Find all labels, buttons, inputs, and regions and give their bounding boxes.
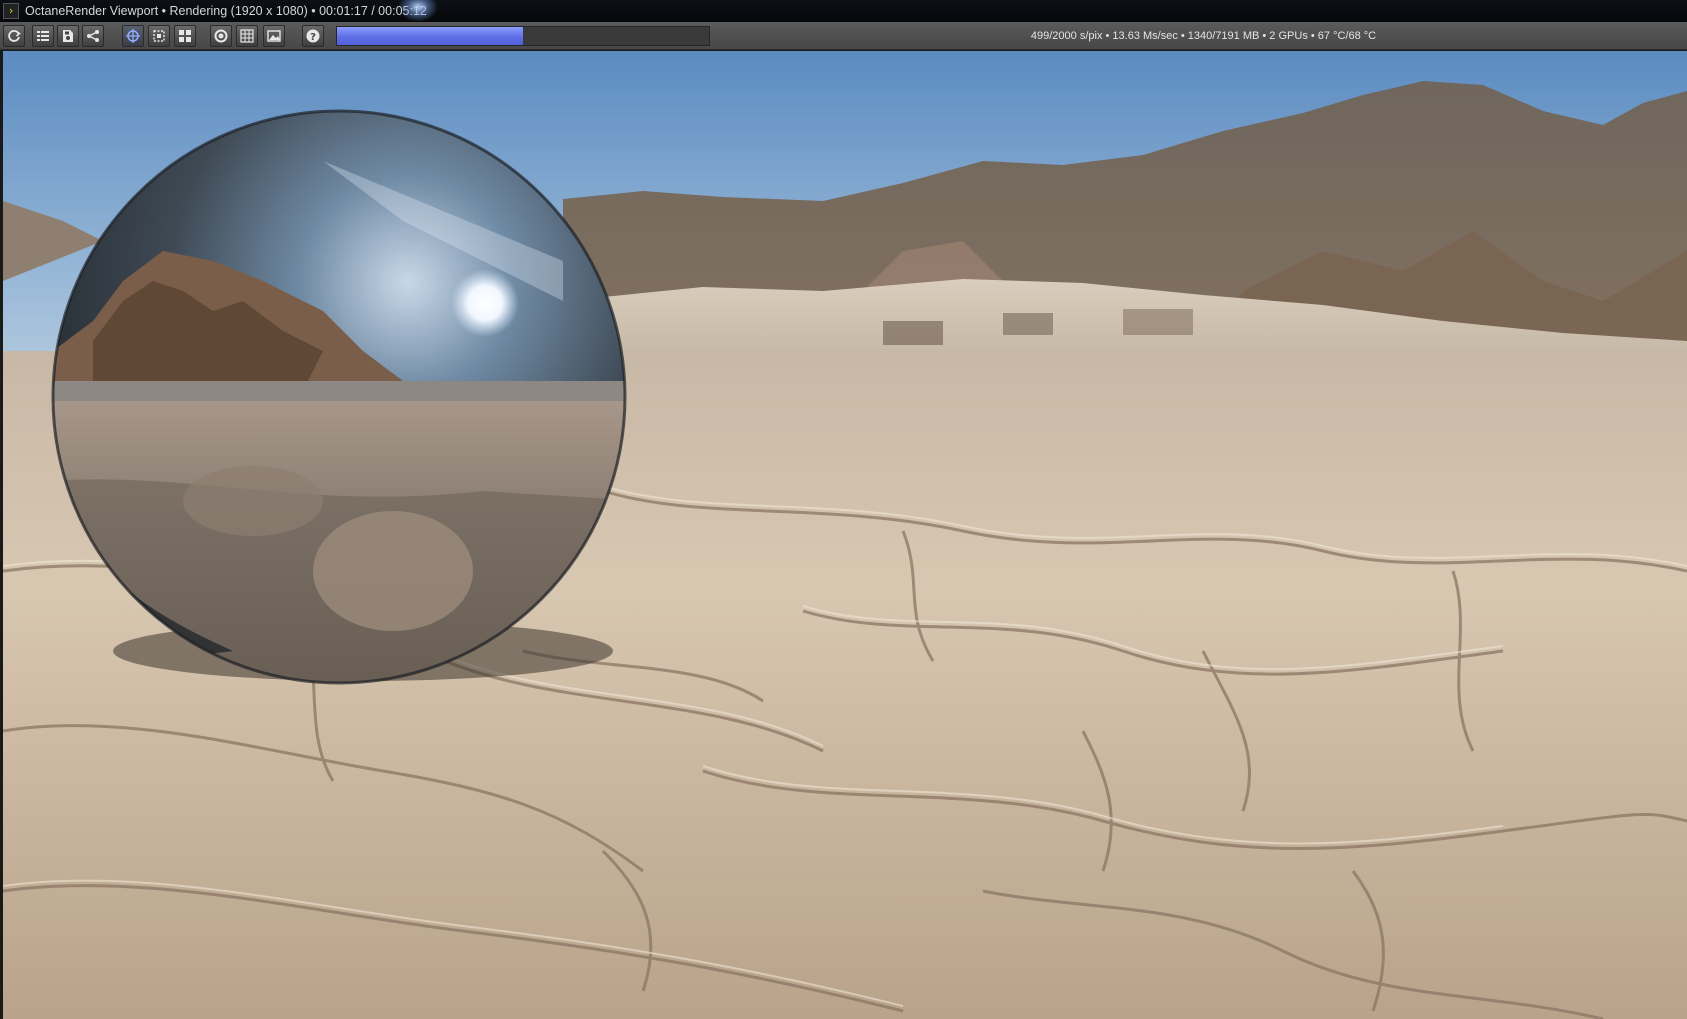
octane-app-icon: › bbox=[3, 3, 19, 19]
viewport-toolbar: ? 499/2000 s/pix • 13.63 Ms/sec • 1340/7… bbox=[0, 22, 1687, 50]
share-icon bbox=[87, 30, 99, 42]
film-region-button[interactable] bbox=[236, 25, 258, 47]
viewport-layout-button[interactable] bbox=[174, 25, 196, 47]
render-viewport[interactable] bbox=[3, 51, 1687, 1019]
restart-render-button[interactable] bbox=[3, 25, 25, 47]
render-progress-bar bbox=[336, 26, 710, 46]
grid-icon bbox=[179, 30, 191, 42]
svg-text:?: ? bbox=[310, 32, 316, 43]
help-button[interactable]: ? bbox=[302, 25, 324, 47]
region-render-button[interactable] bbox=[148, 25, 170, 47]
table-icon bbox=[240, 29, 254, 43]
image-icon bbox=[267, 30, 281, 42]
save-render-button[interactable] bbox=[57, 25, 79, 47]
crosshair-icon bbox=[126, 29, 140, 43]
save-icon bbox=[63, 30, 73, 42]
share-button[interactable] bbox=[82, 25, 104, 47]
refresh-icon bbox=[8, 30, 21, 42]
focus-picker-button[interactable] bbox=[122, 25, 144, 47]
title-glow-decoration bbox=[398, 0, 438, 22]
layers-icon bbox=[37, 31, 49, 41]
help-icon: ? bbox=[306, 29, 320, 43]
render-statistics: 499/2000 s/pix • 13.63 Ms/sec • 1340/719… bbox=[1030, 30, 1377, 42]
lock-viewport-button[interactable] bbox=[210, 25, 232, 47]
circle-icon bbox=[214, 29, 228, 43]
window-title: OctaneRender Viewport • Rendering (1920 … bbox=[25, 4, 427, 18]
render-passes-button[interactable] bbox=[32, 25, 54, 47]
region-icon bbox=[153, 30, 165, 42]
render-output-image bbox=[3, 51, 1687, 1019]
render-progress-fill bbox=[337, 27, 523, 45]
window-title-bar[interactable]: › OctaneRender Viewport • Rendering (192… bbox=[0, 0, 1687, 22]
background-image-button[interactable] bbox=[263, 25, 285, 47]
